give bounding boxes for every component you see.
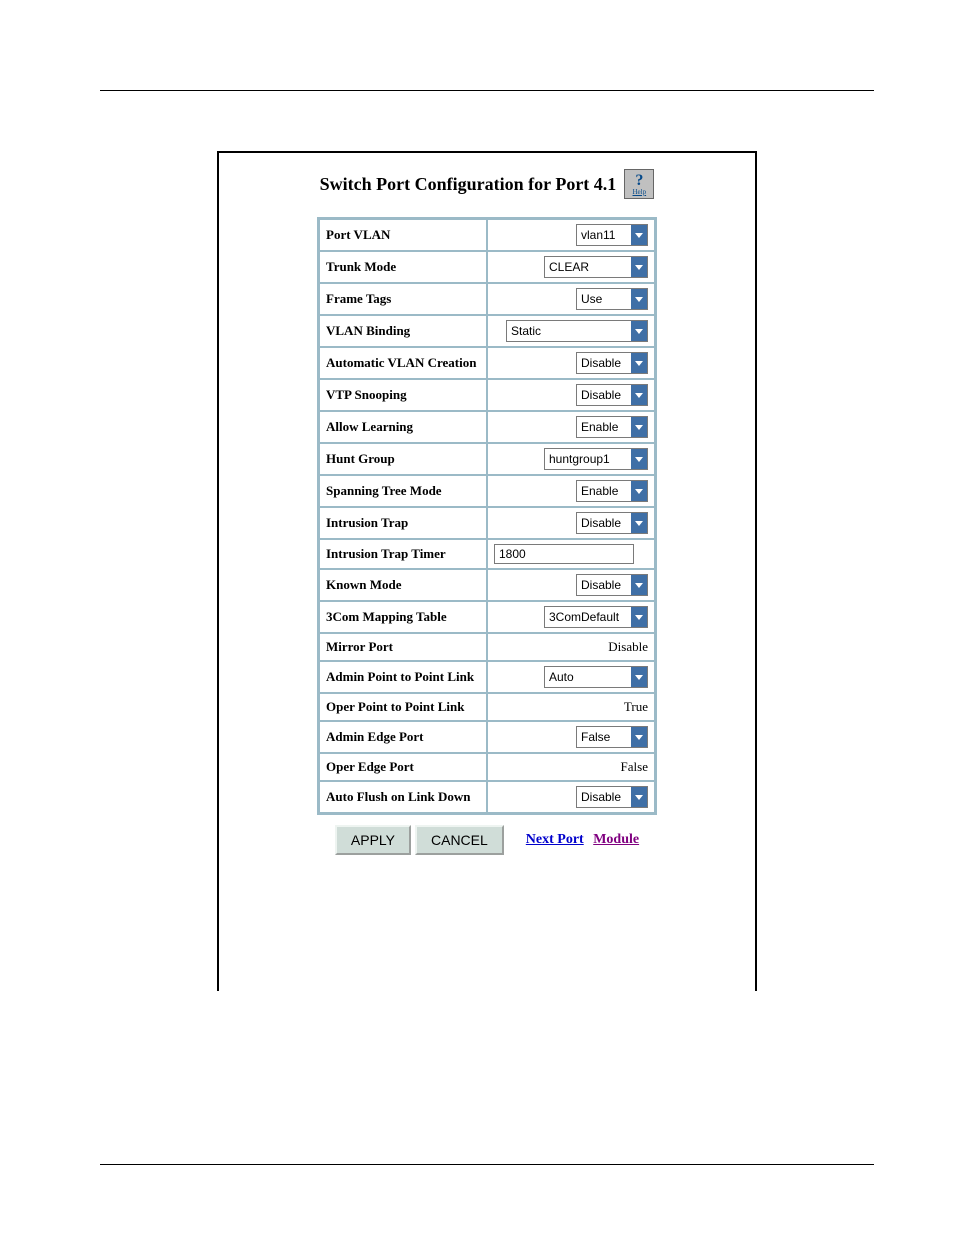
table-row: Oper Edge Port False — [319, 753, 655, 781]
table-row: VTP Snooping Disable — [319, 379, 655, 411]
row-label: Intrusion Trap — [319, 507, 487, 539]
row-value — [487, 539, 655, 569]
row-value: Static — [487, 315, 655, 347]
select-control[interactable]: Enable — [576, 480, 648, 502]
select-control[interactable]: Disable — [576, 384, 648, 406]
chevron-down-icon[interactable] — [631, 289, 647, 309]
row-value: True — [487, 693, 655, 721]
select-control[interactable]: False — [576, 726, 648, 748]
next-port-link[interactable]: Next Port — [526, 832, 584, 847]
row-value: Disable — [487, 633, 655, 661]
select-control[interactable]: Use — [576, 288, 648, 310]
select-control[interactable]: Enable — [576, 416, 648, 438]
chevron-down-icon[interactable] — [631, 513, 647, 533]
table-row: Allow Learning Enable — [319, 411, 655, 443]
row-label: Intrusion Trap Timer — [319, 539, 487, 569]
row-label: Mirror Port — [319, 633, 487, 661]
row-label: Frame Tags — [319, 283, 487, 315]
row-value: Disable — [487, 569, 655, 601]
static-value: True — [624, 699, 648, 714]
chevron-down-icon[interactable] — [631, 667, 647, 687]
select-control[interactable]: 3ComDefault — [544, 606, 648, 628]
row-value: False — [487, 721, 655, 753]
row-label: Automatic VLAN Creation — [319, 347, 487, 379]
row-label: Port VLAN — [319, 219, 487, 251]
select-control[interactable]: Disable — [576, 352, 648, 374]
chevron-down-icon[interactable] — [631, 257, 647, 277]
row-value: Disable — [487, 781, 655, 813]
table-row: Trunk Mode CLEAR — [319, 251, 655, 283]
table-row: VLAN Binding Static — [319, 315, 655, 347]
select-control[interactable]: CLEAR — [544, 256, 648, 278]
chevron-down-icon[interactable] — [631, 481, 647, 501]
table-row: Port VLAN vlan11 — [319, 219, 655, 251]
row-value: Disable — [487, 379, 655, 411]
chevron-down-icon[interactable] — [631, 385, 647, 405]
page-title: Switch Port Configuration for Port 4.1 — [320, 174, 617, 195]
row-label: Known Mode — [319, 569, 487, 601]
chevron-down-icon[interactable] — [631, 321, 647, 341]
row-label: Hunt Group — [319, 443, 487, 475]
select-control[interactable]: huntgroup1 — [544, 448, 648, 470]
table-row: Oper Point to Point Link True — [319, 693, 655, 721]
table-row: Auto Flush on Link Down Disable — [319, 781, 655, 813]
table-row: Intrusion Trap Timer — [319, 539, 655, 569]
select-control[interactable]: Disable — [576, 574, 648, 596]
config-table: Port VLAN vlan11 Trunk Mode CLEAR Frame Tags… — [317, 217, 657, 815]
row-value: Use — [487, 283, 655, 315]
row-label: Trunk Mode — [319, 251, 487, 283]
chevron-down-icon[interactable] — [631, 787, 647, 807]
select-control[interactable]: Auto — [544, 666, 648, 688]
chevron-down-icon[interactable] — [631, 727, 647, 747]
select-control[interactable]: Disable — [576, 512, 648, 534]
row-value: Disable — [487, 347, 655, 379]
row-label: Admin Edge Port — [319, 721, 487, 753]
select-control[interactable]: Disable — [576, 786, 648, 808]
row-value: Auto — [487, 661, 655, 693]
table-row: Mirror Port Disable — [319, 633, 655, 661]
row-label: Auto Flush on Link Down — [319, 781, 487, 813]
chevron-down-icon[interactable] — [631, 225, 647, 245]
help-icon[interactable]: ? Help — [624, 169, 654, 199]
row-value: False — [487, 753, 655, 781]
table-row: Intrusion Trap Disable — [319, 507, 655, 539]
row-value: Enable — [487, 475, 655, 507]
static-value: False — [621, 759, 648, 774]
chevron-down-icon[interactable] — [631, 607, 647, 627]
chevron-down-icon[interactable] — [631, 575, 647, 595]
row-value: vlan11 — [487, 219, 655, 251]
row-label: Allow Learning — [319, 411, 487, 443]
row-label: VLAN Binding — [319, 315, 487, 347]
table-row: Automatic VLAN Creation Disable — [319, 347, 655, 379]
static-value: Disable — [608, 639, 648, 654]
chevron-down-icon[interactable] — [631, 449, 647, 469]
text-input[interactable] — [494, 544, 634, 564]
apply-button[interactable]: APPLY — [335, 825, 411, 855]
row-label: Oper Point to Point Link — [319, 693, 487, 721]
table-row: Frame Tags Use — [319, 283, 655, 315]
cancel-button[interactable]: CANCEL — [415, 825, 504, 855]
row-value: CLEAR — [487, 251, 655, 283]
chevron-down-icon[interactable] — [631, 417, 647, 437]
table-row: Spanning Tree Mode Enable — [319, 475, 655, 507]
row-label: Spanning Tree Mode — [319, 475, 487, 507]
table-row: 3Com Mapping Table 3ComDefault — [319, 601, 655, 633]
module-link[interactable]: Module — [593, 832, 639, 847]
table-row: Hunt Group huntgroup1 — [319, 443, 655, 475]
row-label: Oper Edge Port — [319, 753, 487, 781]
select-control[interactable]: Static — [506, 320, 648, 342]
row-label: 3Com Mapping Table — [319, 601, 487, 633]
row-value: Enable — [487, 411, 655, 443]
row-value: 3ComDefault — [487, 601, 655, 633]
chevron-down-icon[interactable] — [631, 353, 647, 373]
table-row: Admin Point to Point Link Auto — [319, 661, 655, 693]
row-value: huntgroup1 — [487, 443, 655, 475]
select-control[interactable]: vlan11 — [576, 224, 648, 246]
row-value: Disable — [487, 507, 655, 539]
row-label: Admin Point to Point Link — [319, 661, 487, 693]
table-row: Admin Edge Port False — [319, 721, 655, 753]
table-row: Known Mode Disable — [319, 569, 655, 601]
row-label: VTP Snooping — [319, 379, 487, 411]
